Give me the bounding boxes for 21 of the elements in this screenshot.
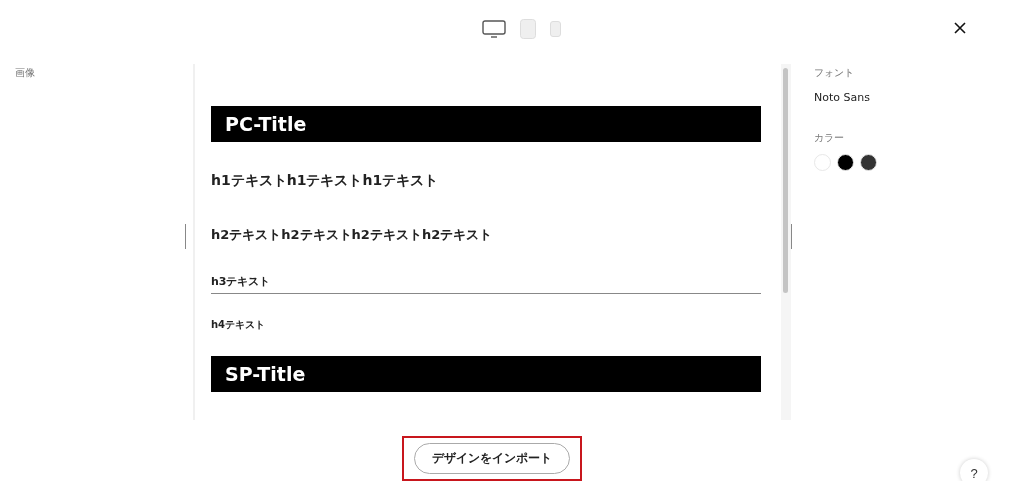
- color-swatch[interactable]: [860, 154, 877, 171]
- heading-text: h4テキスト: [211, 318, 267, 332]
- phone-icon[interactable]: [549, 21, 561, 37]
- desktop-icon[interactable]: [481, 20, 506, 38]
- color-swatch[interactable]: [837, 154, 854, 171]
- heading-text: h3テキスト: [211, 274, 761, 294]
- color-label: カラー: [814, 131, 845, 145]
- section-label: 画像: [15, 66, 36, 80]
- font-label: フォント: [814, 66, 855, 80]
- import-button[interactable]: デザインをインポート: [414, 443, 570, 474]
- help-button[interactable]: ?: [960, 459, 988, 481]
- tablet-icon[interactable]: [519, 19, 536, 39]
- title-banner: PC-Title: [211, 106, 761, 142]
- heading-text: h1テキストh1テキストh1テキスト: [211, 172, 440, 190]
- font-value: Noto Sans: [814, 91, 871, 104]
- resize-handle[interactable]: [791, 223, 792, 249]
- scrollbar[interactable]: [781, 64, 791, 420]
- close-icon[interactable]: [954, 22, 966, 34]
- title-banner: SP-Title: [211, 356, 761, 392]
- resize-handle[interactable]: [185, 223, 186, 249]
- heading-text: h2テキストh2テキストh2テキストh2テキスト: [211, 226, 494, 244]
